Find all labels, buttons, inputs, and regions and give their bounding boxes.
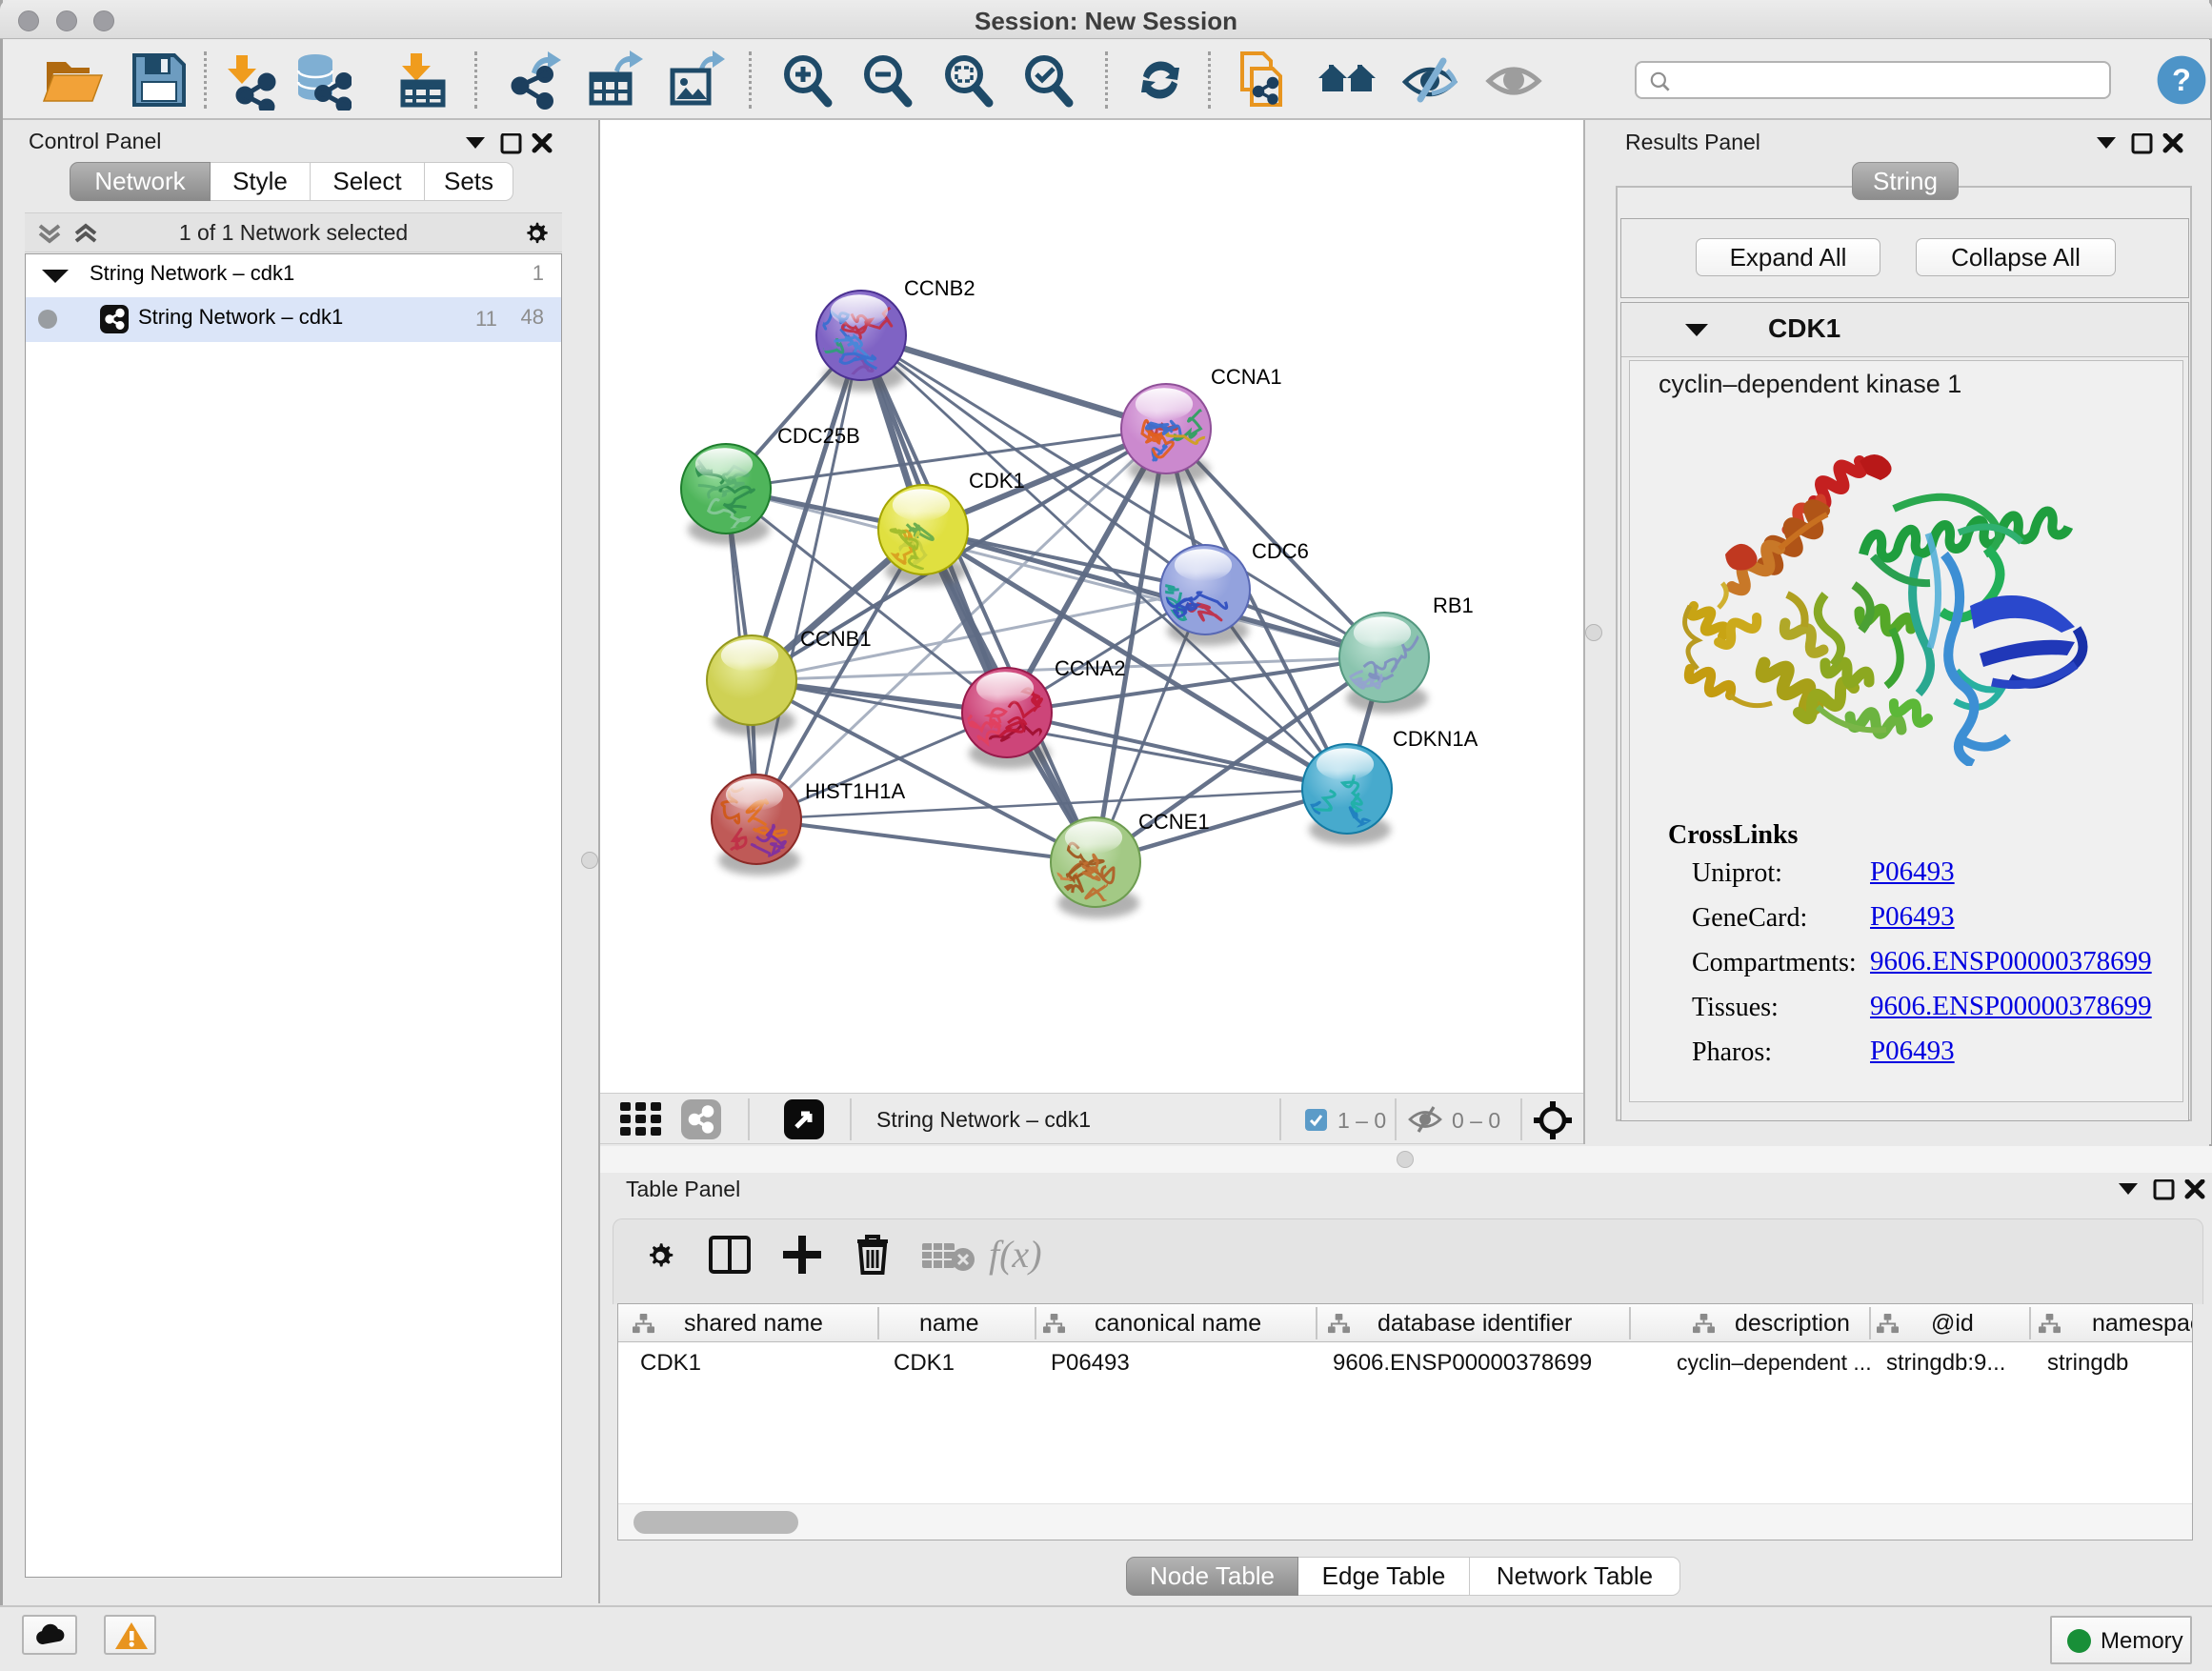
svg-text:CCNA2: CCNA2: [1055, 656, 1126, 680]
svg-text:CCNB2: CCNB2: [904, 276, 975, 300]
svg-text:CCNA1: CCNA1: [1211, 365, 1282, 389]
svg-text:CDK1: CDK1: [969, 469, 1025, 493]
svg-text:HIST1H1A: HIST1H1A: [805, 779, 905, 803]
svg-text:CCNB1: CCNB1: [800, 627, 872, 651]
svg-text:CCNE1: CCNE1: [1138, 810, 1210, 834]
svg-text:CDC6: CDC6: [1252, 539, 1309, 563]
svg-text:CDC25B: CDC25B: [777, 424, 860, 448]
svg-text:RB1: RB1: [1433, 594, 1474, 617]
svg-text:?: ?: [2172, 62, 2191, 97]
svg-text:CDKN1A: CDKN1A: [1393, 727, 1478, 751]
